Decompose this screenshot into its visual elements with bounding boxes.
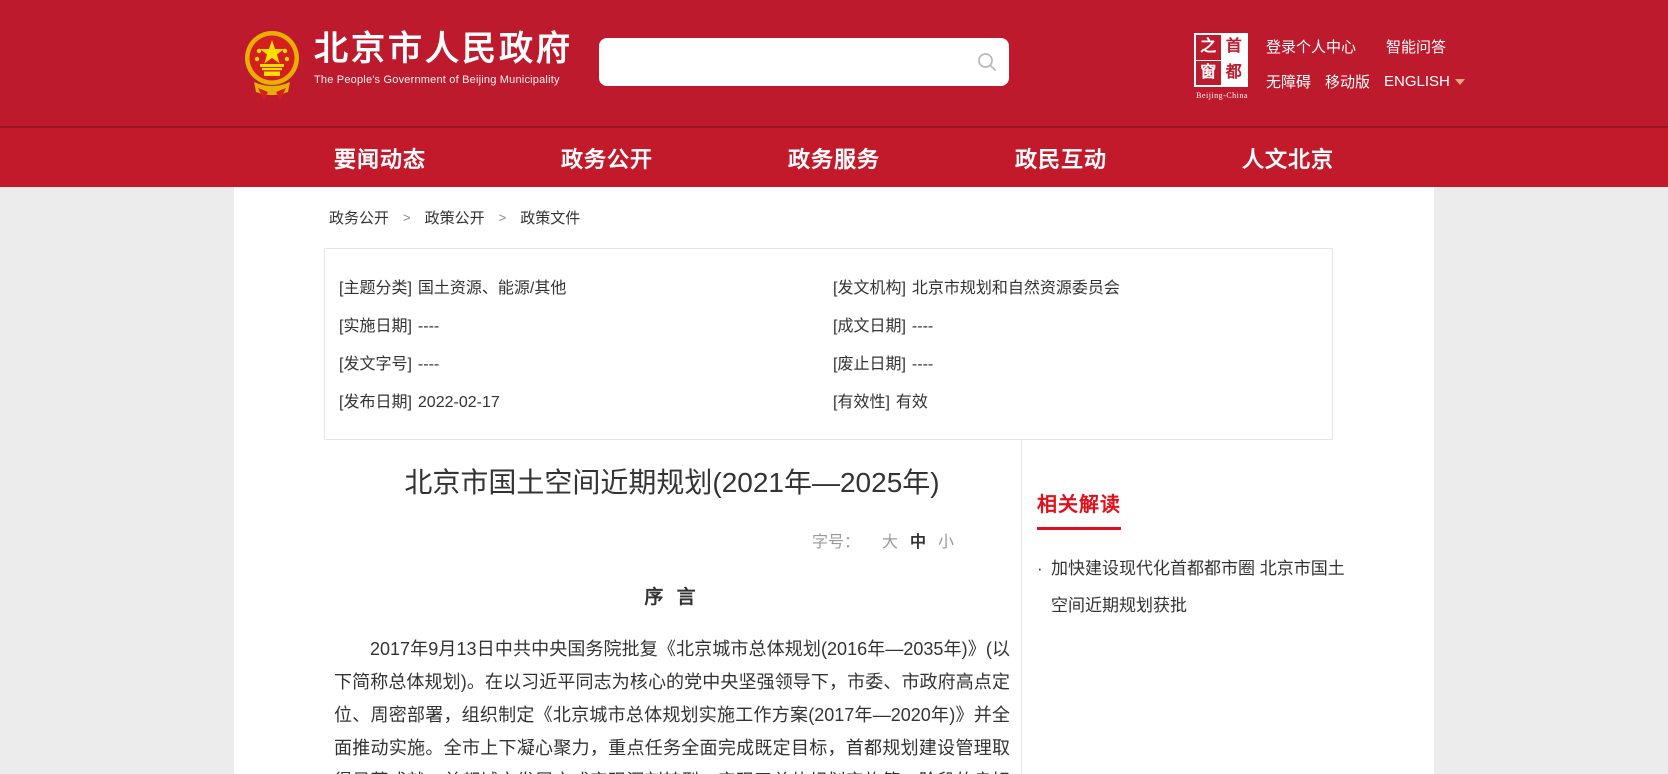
breadcrumb: 政务公开 > 政策公开 > 政策文件	[329, 207, 1434, 228]
font-size-label: 字号：	[812, 534, 860, 551]
site-title: 北京市人民政府	[314, 30, 573, 68]
breadcrumb-item[interactable]: 政策公开	[425, 207, 485, 228]
main-content: 政务公开 > 政策公开 > 政策文件 [主题分类] 国土资源、能源/其他 [发文机…	[234, 187, 1434, 774]
related-sidebar: 相关解读 ·加快建设现代化首都都市圈 北京市国土空间近期规划获批	[1021, 440, 1434, 774]
login-link[interactable]: 登录个人中心	[1266, 36, 1356, 57]
accessibility-link[interactable]: 无障碍	[1266, 71, 1311, 92]
meta-label: [主题分类]	[339, 280, 412, 297]
meta-value: 国土资源、能源/其他	[418, 280, 566, 297]
meta-value: ----	[912, 356, 933, 373]
nav-item-gov-open[interactable]: 政务公开	[561, 142, 653, 174]
bullet-icon: ·	[1037, 550, 1043, 587]
meta-label: [有效性]	[833, 394, 890, 411]
meta-label: [发文字号]	[339, 356, 412, 373]
meta-value: 北京市规划和自然资源委员会	[912, 280, 1120, 297]
site-logo[interactable]: 北京市人民政府 The People's Government of Beiji…	[244, 26, 573, 100]
capital-window-logo[interactable]: 之 首 窗 都 Beijing-China	[1194, 33, 1250, 100]
meta-field-agency: [发文机构] 北京市规划和自然资源委员会	[833, 275, 1318, 303]
site-header: 北京市人民政府 The People's Government of Beiji…	[0, 0, 1668, 126]
seal-char: 首	[1222, 35, 1247, 60]
meta-field-publish-date: [发布日期] 2022-02-17	[339, 389, 833, 417]
article-title: 北京市国土空间近期规划(2021年—2025年)	[334, 466, 1010, 500]
meta-field-doc-number: [发文字号] ----	[339, 351, 833, 379]
english-link[interactable]: ENGLISH	[1384, 73, 1465, 90]
nav-item-interaction[interactable]: 政民互动	[1015, 142, 1107, 174]
nav-item-culture[interactable]: 人文北京	[1242, 142, 1334, 174]
site-subtitle: The People's Government of Beijing Munic…	[314, 74, 573, 86]
meta-value: 2022-02-17	[418, 394, 500, 411]
font-size-medium[interactable]: 中	[910, 534, 926, 551]
breadcrumb-separator: >	[499, 210, 507, 225]
meta-field-repeal-date: [废止日期] ----	[833, 351, 1318, 379]
meta-label: [实施日期]	[339, 318, 412, 335]
related-title: 相关解读	[1037, 488, 1121, 530]
seal-char: 都	[1222, 61, 1247, 86]
english-label: ENGLISH	[1384, 73, 1450, 90]
related-list: ·加快建设现代化首都都市圈 北京市国土空间近期规划获批	[1037, 550, 1414, 624]
related-link-text: 加快建设现代化首都都市圈 北京市国土空间近期规划获批	[1051, 559, 1345, 615]
search-icon	[976, 51, 998, 73]
meta-field-written-date: [成文日期] ----	[833, 313, 1318, 341]
font-size-small[interactable]: 小	[938, 534, 954, 551]
breadcrumb-item[interactable]: 政策文件	[520, 207, 580, 228]
search-input[interactable]	[599, 38, 965, 86]
breadcrumb-item[interactable]: 政务公开	[329, 207, 389, 228]
font-size-control: 字号： 大中小	[334, 528, 1010, 552]
meta-label: [废止日期]	[833, 356, 906, 373]
meta-field-impl-date: [实施日期] ----	[339, 313, 833, 341]
meta-field-topic: [主题分类] 国土资源、能源/其他	[339, 275, 833, 303]
seal-char: 窗	[1196, 61, 1221, 86]
nav-item-news[interactable]: 要闻动态	[334, 142, 426, 174]
meta-value: ----	[418, 356, 439, 373]
meta-value: 有效	[896, 394, 928, 411]
meta-value: ----	[418, 318, 439, 335]
nav-item-gov-service[interactable]: 政务服务	[788, 142, 880, 174]
national-emblem-icon	[244, 26, 300, 100]
search-button[interactable]	[965, 38, 1009, 86]
seal-char: 之	[1196, 35, 1221, 60]
article: 北京市国土空间近期规划(2021年—2025年) 字号： 大中小 序 言 2017…	[334, 440, 1010, 774]
document-meta-box: [主题分类] 国土资源、能源/其他 [发文机构] 北京市规划和自然资源委员会 [实施…	[324, 248, 1333, 440]
capital-window-seal-icon: 之 首 窗 都	[1194, 33, 1248, 87]
meta-field-validity: [有效性] 有效	[833, 389, 1318, 417]
font-size-large[interactable]: 大	[882, 534, 898, 551]
smart-qa-link[interactable]: 智能问答	[1386, 36, 1446, 57]
meta-label: [发文机构]	[833, 280, 906, 297]
meta-value: ----	[912, 318, 933, 335]
meta-label: [发布日期]	[339, 394, 412, 411]
search-box	[599, 38, 1009, 86]
section-heading: 序 言	[334, 582, 1010, 609]
dropdown-arrow-icon	[1455, 79, 1465, 85]
mobile-version-link[interactable]: 移动版	[1325, 71, 1370, 92]
main-nav: 要闻动态 政务公开 政务服务 政民互动 人文北京	[0, 126, 1668, 187]
capital-window-caption: Beijing-China	[1194, 91, 1250, 100]
meta-label: [成文日期]	[833, 318, 906, 335]
article-paragraph: 2017年9月13日中共中央国务院批复《北京城市总体规划(2016年—2035年…	[334, 633, 1010, 774]
breadcrumb-separator: >	[403, 210, 411, 225]
header-quick-links: 登录个人中心 智能问答 无障碍 移动版 ENGLISH	[1266, 36, 1446, 106]
related-link[interactable]: ·加快建设现代化首都都市圈 北京市国土空间近期规划获批	[1037, 550, 1353, 624]
